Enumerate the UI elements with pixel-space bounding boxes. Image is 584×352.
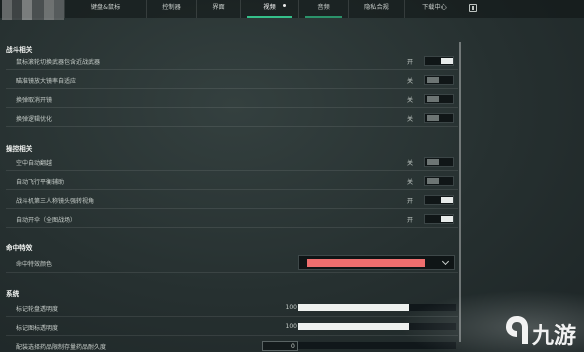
setting-state: 关 xyxy=(407,97,414,104)
tab-audio[interactable]: 音频 xyxy=(298,0,348,18)
setting-label: 标记轮盘透明度 xyxy=(16,306,59,313)
section-title-system: 系统 xyxy=(6,290,20,298)
toggle-switch[interactable] xyxy=(424,75,454,85)
setting-label: 换弹逻辑优化 xyxy=(16,116,53,123)
toggle-knob xyxy=(441,216,453,222)
setting-state: 开 xyxy=(407,198,414,205)
toggle-knob xyxy=(427,178,439,184)
unsaved-dot-icon xyxy=(283,4,286,7)
slider-value: 100 xyxy=(285,323,297,330)
toggle-switch[interactable] xyxy=(424,94,454,104)
toggle-switch[interactable] xyxy=(424,56,454,66)
watermark: 九游 xyxy=(500,312,584,352)
setting-row[interactable]: 换弹取消开镜 关 xyxy=(6,90,458,108)
setting-row[interactable]: 空中自动翻越 关 xyxy=(6,153,458,171)
setting-state: 关 xyxy=(407,160,414,167)
toggle-switch[interactable] xyxy=(424,113,454,123)
setting-label: 自动开伞（全图战场） xyxy=(16,217,77,224)
toggle-knob xyxy=(427,96,439,102)
color-swatch xyxy=(307,259,425,267)
setting-label: 换弹取消开镜 xyxy=(16,97,53,104)
chevron-down-icon xyxy=(441,257,450,266)
setting-row[interactable]: 自动开伞（全图战场） 开 xyxy=(6,210,458,228)
top-nav-bar: 键盘&鼠标 控制器 界面 视频 音频 隐私合规 下载中心 xyxy=(0,0,584,20)
setting-label: 鼠标滚轮切换武器包含近战武器 xyxy=(16,59,101,66)
toggle-switch[interactable] xyxy=(424,214,454,224)
toggle-switch[interactable] xyxy=(424,195,454,205)
slider-value: 0 xyxy=(291,343,295,350)
section-title-control: 操控相关 xyxy=(6,145,33,153)
watermark-text: 九游 xyxy=(532,324,577,349)
slider-row[interactable]: 标记轮盘透明度 100 xyxy=(6,299,458,317)
tab-label: 下载中心 xyxy=(422,4,447,11)
setting-state: 开 xyxy=(407,217,414,224)
slider-value-box[interactable]: 0 xyxy=(262,341,298,351)
tab-keyboard-mouse[interactable]: 键盘&鼠标 xyxy=(64,0,146,18)
setting-row[interactable]: 战斗机第三人称镜头强转视角 开 xyxy=(6,191,458,209)
active-tab-underline xyxy=(247,16,292,18)
setting-state: 开 xyxy=(407,59,414,66)
setting-row[interactable]: 瞄准镜放大镜率自适应 关 xyxy=(6,71,458,89)
toggle-switch[interactable] xyxy=(424,157,454,167)
setting-label: 战斗机第三人称镜头强转视角 xyxy=(16,198,95,205)
setting-row[interactable]: 鼠标滚轮切换武器包含近战武器 开 xyxy=(6,52,458,70)
nine-game-logo-icon xyxy=(506,316,528,344)
slider-row[interactable]: 标记图标透明度 100 xyxy=(6,318,458,336)
exit-icon[interactable] xyxy=(469,4,477,12)
tab-label: 视频 xyxy=(263,4,276,11)
toggle-knob xyxy=(427,159,439,165)
slider-value: 100 xyxy=(285,304,297,311)
setting-row[interactable]: 自动飞行平衡辅助 关 xyxy=(6,172,458,190)
setting-state: 关 xyxy=(407,78,414,85)
toggle-knob xyxy=(441,197,453,203)
tab-label: 隐私合规 xyxy=(364,4,389,11)
tab-label: 控制器 xyxy=(162,4,181,11)
toggle-knob xyxy=(441,58,453,64)
toggle-knob xyxy=(427,77,439,83)
setting-label: 标记图标透明度 xyxy=(16,325,59,332)
slider-fill xyxy=(298,323,409,330)
setting-label: 空中自动翻越 xyxy=(16,160,53,167)
tab-controller[interactable]: 控制器 xyxy=(146,0,196,18)
section-title-hit-effect: 命中特效 xyxy=(6,244,33,252)
slider-row[interactable]: 配装选择药品限制存量药品耐久度 0 xyxy=(6,337,458,352)
setting-row[interactable]: 换弹逻辑优化 关 xyxy=(6,109,458,127)
toggle-knob xyxy=(427,115,439,121)
setting-label: 自动飞行平衡辅助 xyxy=(16,179,65,186)
setting-label: 配装选择药品限制存量药品耐久度 xyxy=(16,344,107,351)
setting-label: 命中特效颜色 xyxy=(16,261,53,268)
tab-label: 音频 xyxy=(317,4,330,11)
setting-state: 关 xyxy=(407,179,414,186)
setting-state: 关 xyxy=(407,116,414,123)
slider-fill xyxy=(298,304,409,311)
tab-label: 界面 xyxy=(212,4,225,11)
blurred-game-logo xyxy=(2,0,64,20)
setting-label: 瞄准镜放大镜率自适应 xyxy=(16,78,77,85)
tab-underline xyxy=(305,16,342,18)
tab-privacy[interactable]: 隐私合规 xyxy=(348,0,404,18)
hit-color-dropdown[interactable] xyxy=(298,255,455,270)
tab-interface[interactable]: 界面 xyxy=(196,0,240,18)
toggle-switch[interactable] xyxy=(424,176,454,186)
tab-label: 键盘&鼠标 xyxy=(90,4,121,11)
tab-video[interactable]: 视频 xyxy=(240,0,298,18)
tab-download-center[interactable]: 下载中心 xyxy=(404,0,464,18)
